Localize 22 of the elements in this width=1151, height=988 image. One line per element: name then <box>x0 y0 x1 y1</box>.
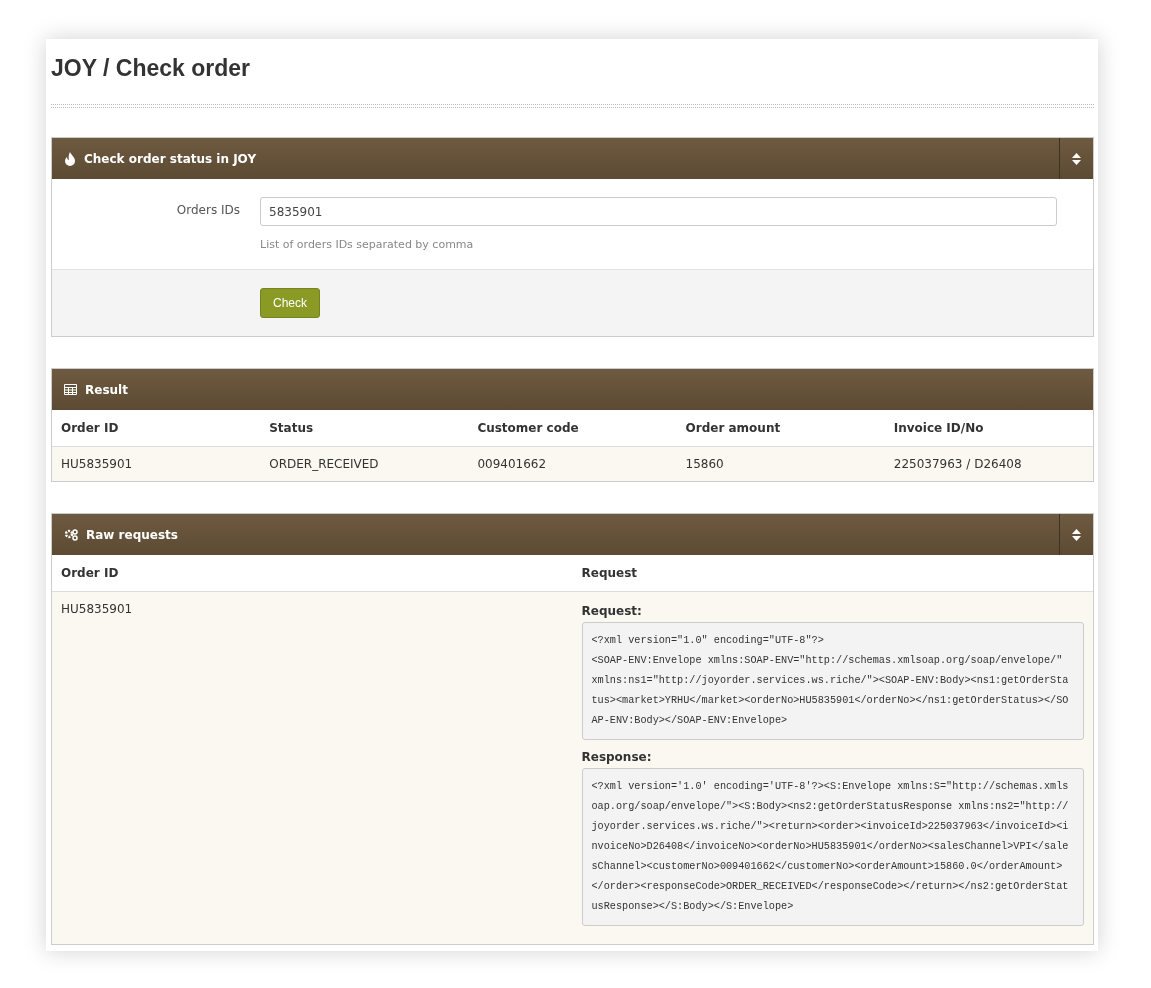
panel-title: Result <box>85 382 128 397</box>
table-icon <box>64 384 77 395</box>
sort-icon <box>1072 152 1081 165</box>
help-text: List of orders IDs separated by comma <box>260 238 475 251</box>
page-title: JOY / Check order <box>51 55 251 82</box>
sort-icon <box>1072 528 1081 541</box>
request-label: Request: <box>581 604 643 618</box>
response-label: Response: <box>581 750 653 764</box>
panel-title: Check order status in JOY <box>84 151 257 166</box>
orders-ids-field[interactable]: 5835901 <box>260 197 1057 226</box>
request-code: <?xml version="1.0" encoding="UTF-8"?> <SOAP-ENV:Envelope xmlns:SOAP-ENV="http://schemas.xmlsoap.org/soap/envelope/" xmlns:ns1="http://joyorder.services.ws.riche/"><SOAP-ENV:Body><ns1:getOrderStatus><market>YRHU</market><orderNo>HU5835901</orderNo></ns1:getOrderStatus></SOAP-ENV:Body></SOAP-ENV:Envelope> <box>581 622 1084 740</box>
response-code: <?xml version='1.0' encoding='UTF-8'?><S:Envelope xmlns:S="http://schemas.xmlsoap.org/soap/envelope/"><S:Body><ns2:getOrderStatusResponse xmlns:ns2="http://joyorder.services.ws.riche/"><return><order><invoiceId>225037963</invoiceId><invoiceNo>D26408</invoiceNo><orderNo>HU5835901</orderNo><salesChannel>VPI</salesChannel><customerNo>009401662</customerNo><orderAmount>15860.0</orderAmount></order><responseCode>ORDER_RECEIVED</responseCode></return></ns2:getOrderStatusResponse></S:Body></S:Envelope> <box>581 768 1084 926</box>
table-cell: 15860 <box>676 446 885 481</box>
panel-title: Raw requests <box>86 527 178 542</box>
table-cell: HU5835901 <box>52 446 261 481</box>
gears-icon <box>64 528 78 541</box>
table-cell: 225037963 / D26408 <box>884 446 1093 481</box>
flame-icon <box>64 151 76 166</box>
table-cell: 009401662 <box>468 446 677 481</box>
field-label: Orders IDs <box>175 202 240 219</box>
table-cell: HU5835901 <box>52 591 573 944</box>
table-cell: ORDER_RECEIVED <box>260 446 469 481</box>
